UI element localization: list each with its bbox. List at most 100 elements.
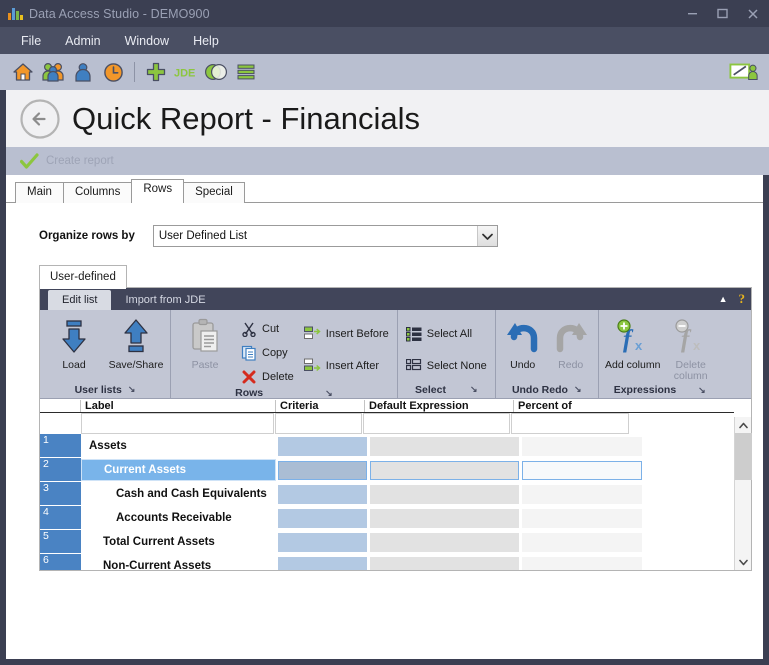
window-title: Data Access Studio - DEMO900 <box>29 6 210 21</box>
cell-default-expression[interactable] <box>370 508 519 528</box>
table-row[interactable]: 4 Accounts Receivable <box>40 506 734 530</box>
users-group-icon[interactable] <box>38 57 68 87</box>
scroll-down-icon[interactable] <box>738 554 748 570</box>
row-number[interactable]: 1 <box>40 434 81 458</box>
clock-icon[interactable] <box>98 57 128 87</box>
presenter-screen-icon[interactable] <box>729 57 759 87</box>
cell-label[interactable]: Total Current Assets <box>81 531 276 553</box>
dialog-launcher-icon[interactable]: ↘ <box>574 384 582 395</box>
cell-default-expression[interactable] <box>370 556 519 570</box>
maximize-button[interactable] <box>707 0 737 27</box>
delete-column-button[interactable]: f x Delete column <box>664 314 718 382</box>
grid-header-percent-of[interactable]: Percent of <box>514 400 634 412</box>
grid-header-default-expression[interactable]: Default Expression <box>365 400 514 412</box>
delete-button[interactable]: Delete <box>236 366 299 387</box>
row-number[interactable]: 4 <box>40 506 81 530</box>
grid-header-criteria[interactable]: Criteria <box>276 400 365 412</box>
cell-criteria[interactable] <box>278 484 367 504</box>
cell-default-expression[interactable] <box>370 484 519 504</box>
subtab-user-defined[interactable]: User-defined <box>39 265 127 289</box>
copy-button[interactable]: Copy <box>236 342 299 363</box>
row-number[interactable]: 5 <box>40 530 81 554</box>
menu-item-admin[interactable]: Admin <box>54 31 111 51</box>
filter-input-percent-of[interactable] <box>511 413 629 434</box>
dialog-launcher-icon[interactable]: ↘ <box>470 384 478 395</box>
cell-label[interactable]: Cash and Cash Equivalents <box>81 483 276 505</box>
cell-label[interactable]: Assets <box>81 435 276 457</box>
table-row[interactable]: 5 Total Current Assets <box>40 530 734 554</box>
filter-input-default-expression[interactable] <box>363 413 510 434</box>
cell-criteria[interactable] <box>278 508 367 528</box>
menu-item-window[interactable]: Window <box>114 31 180 51</box>
table-row[interactable]: 1 Assets <box>40 434 734 458</box>
add-column-button[interactable]: f x Add column <box>602 314 664 371</box>
organize-rows-select[interactable]: User Defined List <box>152 225 498 247</box>
cell-criteria[interactable] <box>278 436 367 456</box>
redo-button[interactable]: Redo <box>547 314 595 371</box>
tab-main[interactable]: Main <box>15 182 64 203</box>
paste-button[interactable]: Paste <box>174 314 236 371</box>
save-share-button[interactable]: Save/Share <box>105 314 167 371</box>
help-question-icon[interactable]: ? <box>739 291 746 307</box>
row-number[interactable]: 2 <box>40 458 81 482</box>
insert-after-button[interactable]: Insert After <box>299 355 394 376</box>
undo-button[interactable]: Undo <box>499 314 547 371</box>
dialog-launcher-icon[interactable]: ↘ <box>128 384 136 395</box>
dialog-launcher-icon[interactable]: ↘ <box>325 388 333 399</box>
scroll-up-icon[interactable] <box>738 417 748 433</box>
table-row[interactable]: 6 Non-Current Assets <box>40 554 734 570</box>
select-all-button[interactable]: Select All <box>401 324 477 345</box>
row-number[interactable]: 6 <box>40 554 81 570</box>
toolbar-separator <box>134 62 135 82</box>
venn-icon[interactable] <box>201 57 231 87</box>
cell-percent-of[interactable] <box>522 556 642 570</box>
chevron-down-icon[interactable] <box>476 226 497 246</box>
chevron-up-icon[interactable]: ▲ <box>719 294 728 304</box>
ribbon-tab-import-from-jde[interactable]: Import from JDE <box>111 290 219 310</box>
grid-header-label[interactable]: Label <box>81 400 276 412</box>
cell-percent-of[interactable] <box>522 532 642 552</box>
cell-percent-of[interactable] <box>522 460 642 480</box>
cell-criteria[interactable] <box>278 556 367 570</box>
cell-percent-of[interactable] <box>522 436 642 456</box>
filter-input-criteria[interactable] <box>275 413 362 434</box>
plus-icon[interactable] <box>141 57 171 87</box>
cell-label[interactable]: Accounts Receivable <box>81 507 276 529</box>
select-none-button[interactable]: Select None <box>401 356 492 377</box>
cell-default-expression[interactable] <box>370 460 519 480</box>
close-button[interactable] <box>737 0 769 27</box>
scrollbar-track[interactable] <box>734 433 752 554</box>
insert-before-button[interactable]: Insert Before <box>299 323 394 344</box>
list-icon[interactable] <box>231 57 261 87</box>
cell-percent-of[interactable] <box>522 508 642 528</box>
home-icon[interactable] <box>8 57 38 87</box>
row-number[interactable]: 3 <box>40 482 81 506</box>
dialog-launcher-icon[interactable]: ↘ <box>698 385 706 396</box>
filter-input-label[interactable] <box>81 413 274 434</box>
tab-columns[interactable]: Columns <box>62 182 133 203</box>
jde-icon[interactable]: JDE <box>171 57 201 87</box>
table-row[interactable]: 3 Cash and Cash Equivalents <box>40 482 734 506</box>
cell-percent-of[interactable] <box>522 484 642 504</box>
grid-header-rownum[interactable] <box>40 400 81 412</box>
tab-rows[interactable]: Rows <box>131 179 185 204</box>
menu-item-help[interactable]: Help <box>182 31 230 51</box>
cut-button[interactable]: Cut <box>236 318 299 339</box>
back-arrow-icon[interactable] <box>19 98 61 140</box>
cell-default-expression[interactable] <box>370 436 519 456</box>
load-button[interactable]: Load <box>43 314 105 371</box>
cell-default-expression[interactable] <box>370 532 519 552</box>
cell-label[interactable]: Current Assets <box>81 459 276 481</box>
scrollbar-thumb[interactable] <box>734 433 752 480</box>
grid-vertical-scrollbar[interactable] <box>734 417 752 570</box>
table-row[interactable]: 2 Current Assets <box>40 458 734 482</box>
user-icon[interactable] <box>68 57 98 87</box>
minimize-button[interactable] <box>677 0 707 27</box>
ribbon-tab-edit-list[interactable]: Edit list <box>48 290 112 310</box>
menu-item-file[interactable]: File <box>10 31 52 51</box>
tab-special[interactable]: Special <box>183 182 245 203</box>
cell-label[interactable]: Non-Current Assets <box>81 555 276 570</box>
create-report-label[interactable]: Create report <box>46 155 114 167</box>
cell-criteria[interactable] <box>278 460 367 480</box>
cell-criteria[interactable] <box>278 532 367 552</box>
